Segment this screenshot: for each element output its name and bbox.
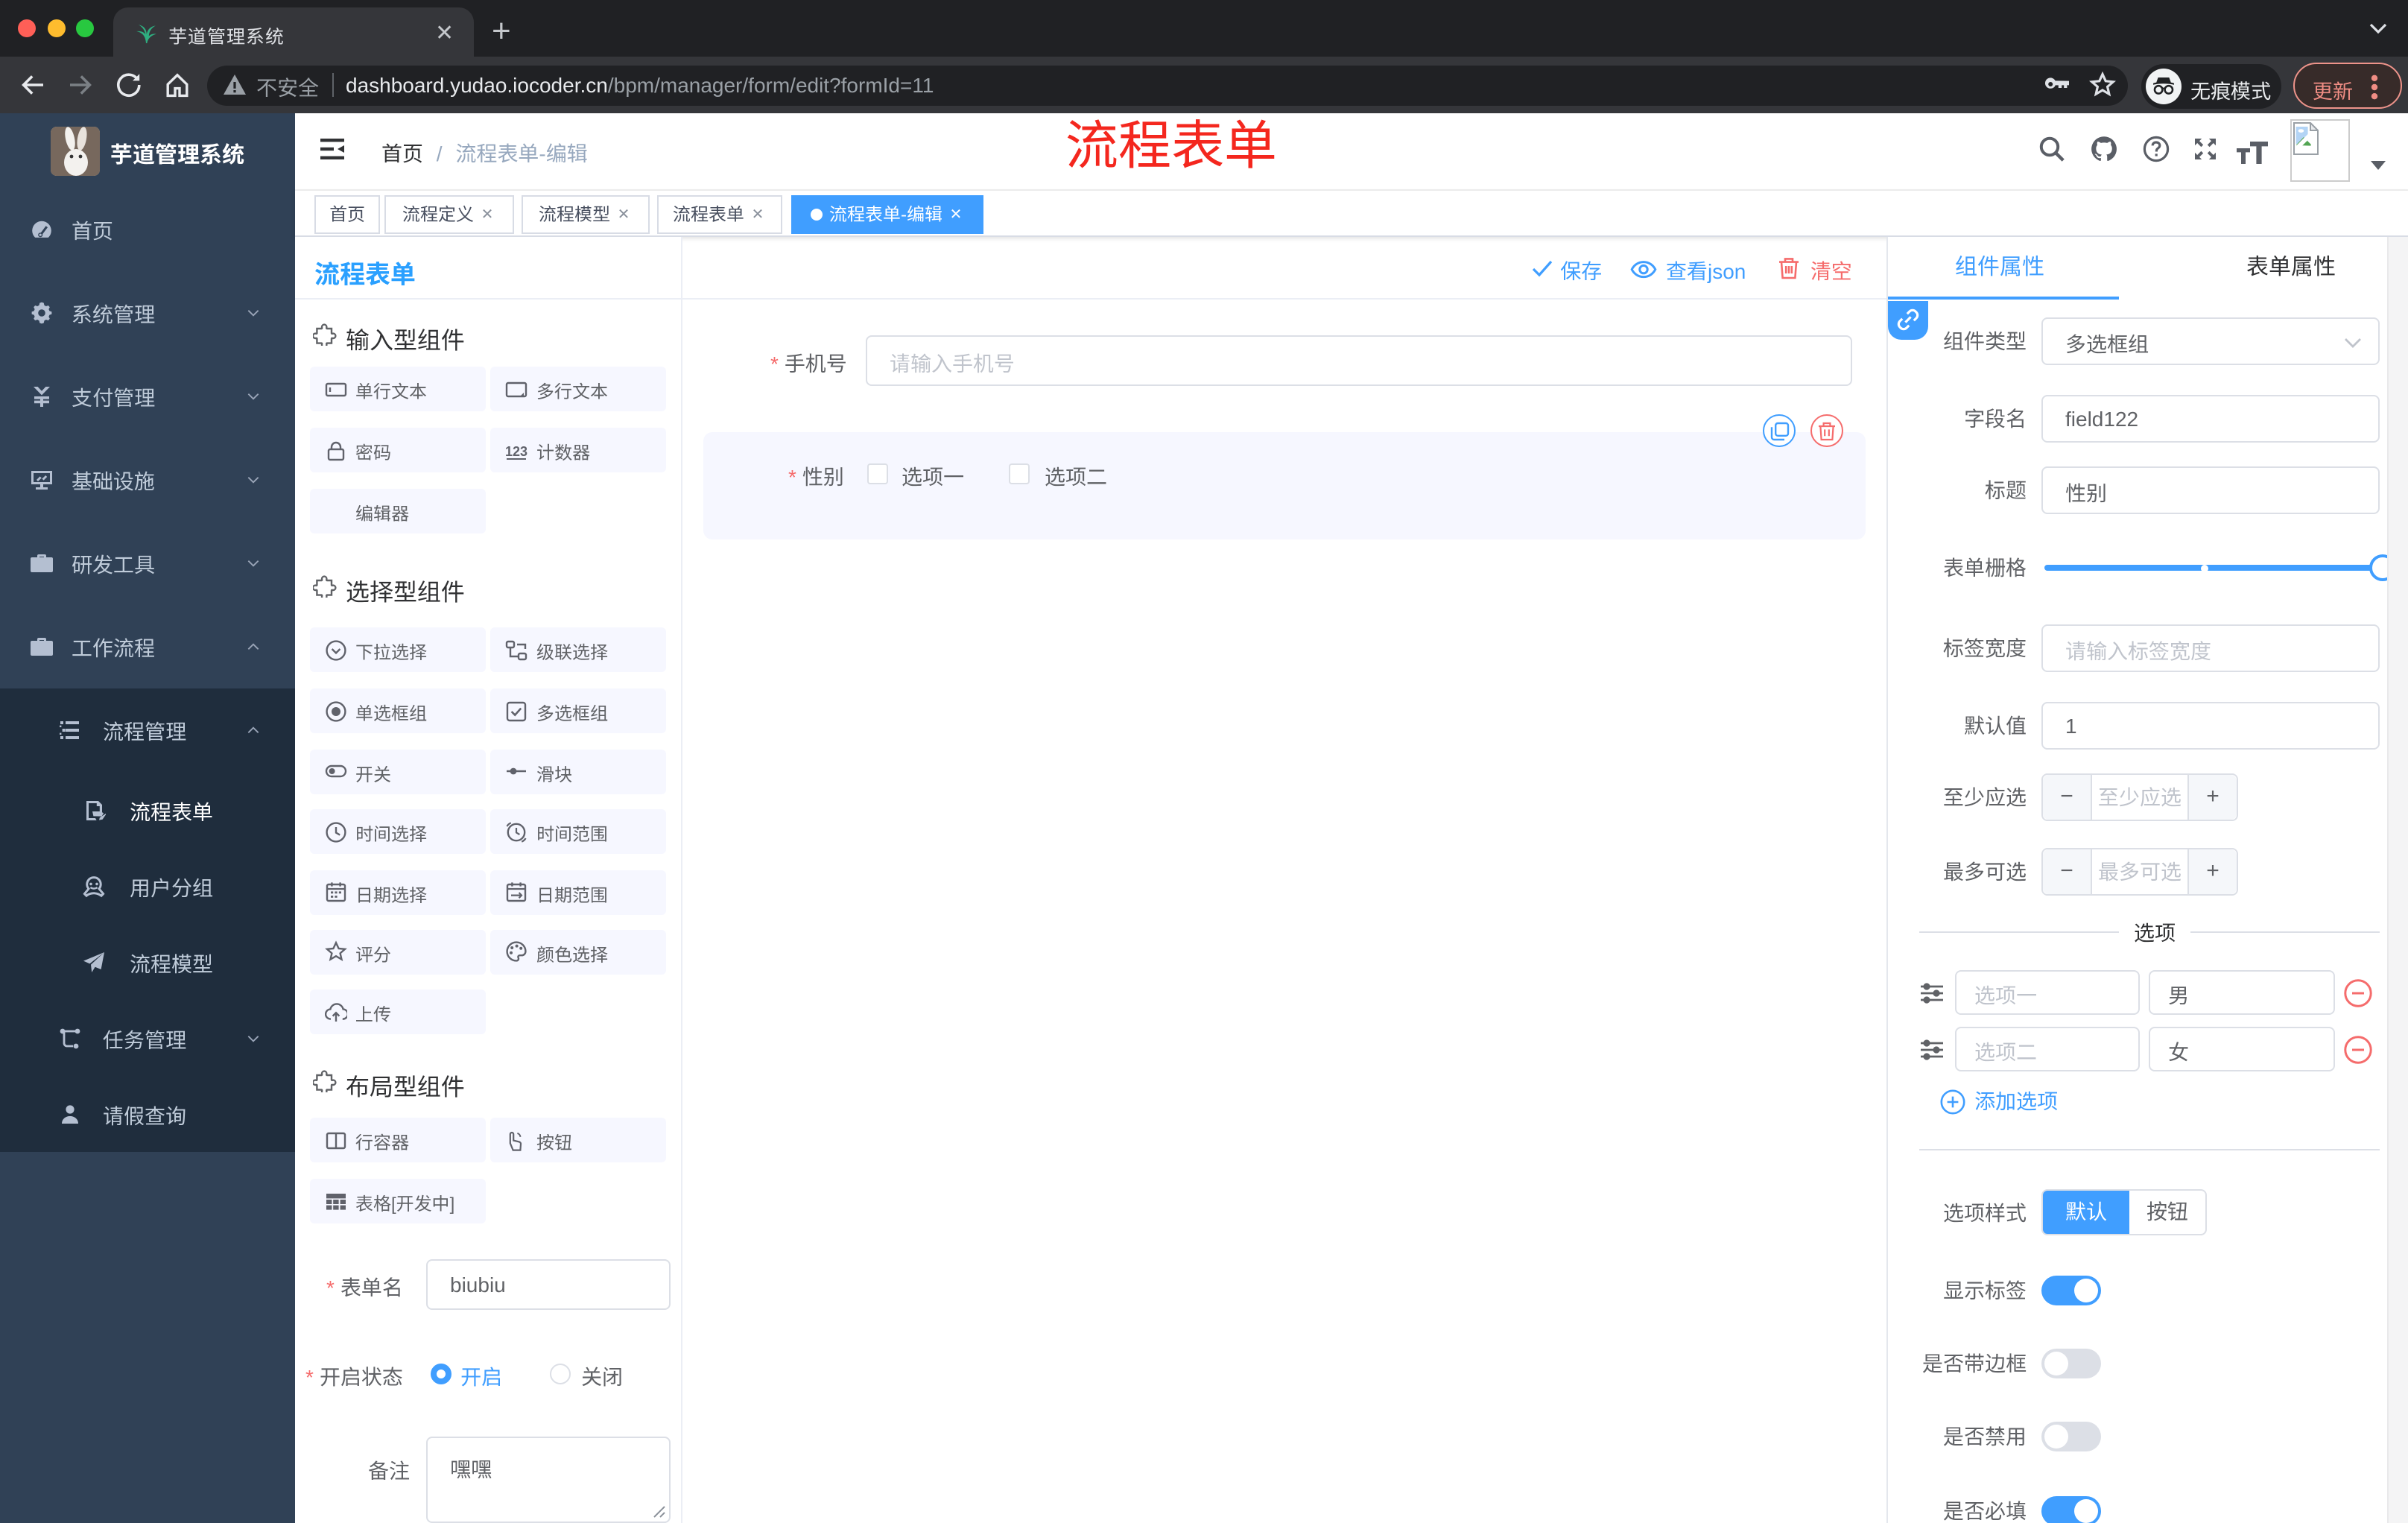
svg-text:123: 123	[505, 443, 527, 458]
